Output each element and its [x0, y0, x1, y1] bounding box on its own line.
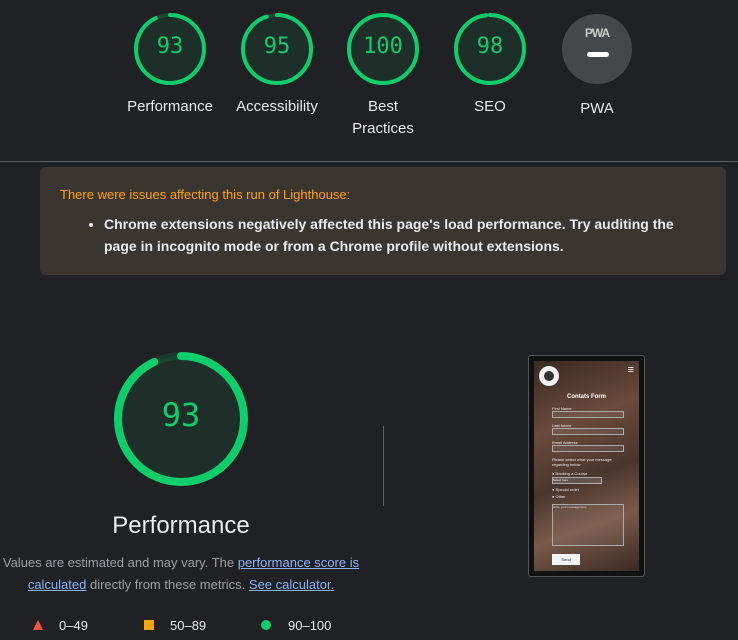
screenshot-image: ≡ Contats Form First Name Last Name Emai…	[534, 361, 639, 571]
pwa-dash-icon	[587, 52, 609, 57]
gauge-seo[interactable]: 98 SEO	[435, 12, 545, 118]
vertical-divider	[383, 426, 384, 506]
desc-text: Values are estimated and may vary. The	[2, 555, 238, 570]
warning-title: There were issues affecting this run of …	[60, 187, 351, 202]
gauge-score: 93	[156, 34, 184, 59]
section-divider	[0, 161, 738, 162]
gauge-score: 98	[476, 34, 504, 59]
lighthouse-report: 93 Performance 95 Accessibility 100 Best…	[0, 0, 738, 640]
gauge-label: Accessibility	[236, 98, 318, 115]
pwa-badge-text: PWA	[584, 26, 610, 40]
screenshot-prompt: Please select what your message regardin…	[552, 457, 612, 467]
gauge-score: 100	[363, 34, 403, 59]
gauge-label: Best Practices	[352, 98, 414, 137]
gauge-best-practices[interactable]: 100 Best Practices	[328, 12, 438, 140]
screenshot-radio: ● Other	[552, 494, 566, 499]
warning-list: Chrome extensions negatively affected th…	[60, 213, 706, 257]
screenshot-textarea: Write your message here	[552, 504, 624, 546]
desc-text: directly from these metrics.	[86, 577, 249, 592]
gauge-ring: 95	[240, 12, 314, 86]
screenshot-field-input	[552, 428, 624, 435]
performance-title: Performance	[112, 512, 250, 539]
screenshot-field-input	[552, 445, 624, 452]
gauge-ring: 98	[453, 12, 527, 86]
final-screenshot-thumbnail[interactable]: ≡ Contats Form First Name Last Name Emai…	[528, 355, 645, 577]
calculator-link[interactable]: See calculator.	[249, 577, 334, 592]
gauge-ring: 93	[133, 12, 207, 86]
site-logo-icon	[538, 365, 560, 387]
gauge-label: SEO	[474, 98, 506, 115]
performance-description: Values are estimated and may vary. The p…	[0, 552, 362, 596]
gauge-accessibility[interactable]: 95 Accessibility	[222, 12, 332, 118]
gauge-label: Performance	[127, 98, 213, 115]
gauge-pwa[interactable]: PWA PWA	[542, 12, 652, 120]
gauge-ring: PWA	[560, 14, 634, 88]
circle-icon	[261, 620, 271, 630]
run-warning-box: There were issues affecting this run of …	[40, 167, 726, 275]
category-gauges: 93 Performance 95 Accessibility 100 Best…	[0, 0, 738, 162]
screenshot-radio-label: Special order	[555, 487, 580, 492]
triangle-icon	[33, 620, 43, 630]
screenshot-radio: ● Booking a Course	[552, 471, 588, 476]
screenshot-send-button: Send	[552, 554, 580, 565]
gauge-ring: 100	[346, 12, 420, 86]
screenshot-form-title: Contats Form	[567, 394, 606, 400]
screenshot-select: Select here	[552, 477, 602, 484]
screenshot-field-input	[552, 411, 624, 418]
warning-item: Chrome extensions negatively affected th…	[104, 213, 706, 257]
performance-big-gauge: 93	[110, 348, 252, 490]
square-icon	[144, 620, 154, 630]
screenshot-radio-label: Other	[555, 494, 566, 499]
hamburger-menu-icon: ≡	[627, 364, 634, 376]
legend-range: 90–100	[288, 618, 332, 633]
pwa-badge-icon: PWA	[562, 14, 632, 84]
score-legend: 0–49 50–89 90–100	[0, 616, 362, 636]
legend-range: 50–89	[170, 618, 207, 633]
screenshot-radio: ● Special order	[552, 487, 580, 492]
gauge-performance[interactable]: 93 Performance	[115, 12, 225, 118]
screenshot-radio-label: Booking a Course	[555, 471, 588, 476]
gauge-score: 95	[263, 34, 291, 59]
gauge-label: PWA	[580, 100, 614, 117]
legend-range: 0–49	[59, 618, 88, 633]
big-gauge-score: 93	[161, 396, 201, 434]
